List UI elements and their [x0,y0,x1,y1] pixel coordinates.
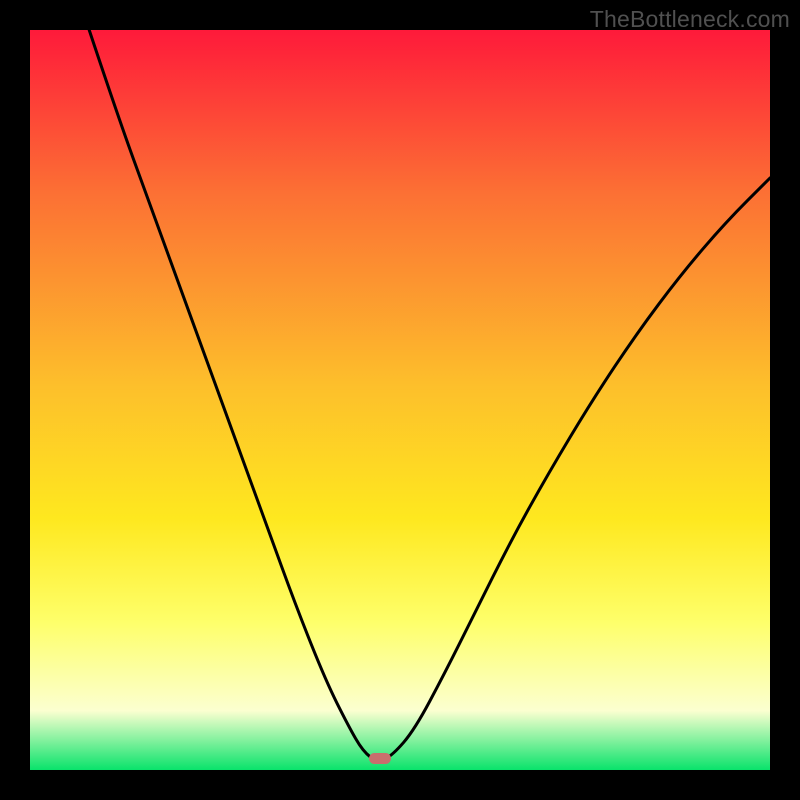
plot-area [30,30,770,770]
watermark-text: TheBottleneck.com [590,6,790,33]
chart-frame: TheBottleneck.com [0,0,800,800]
gradient-background [30,30,770,770]
plot-svg [30,30,770,770]
minimum-marker [369,753,391,764]
